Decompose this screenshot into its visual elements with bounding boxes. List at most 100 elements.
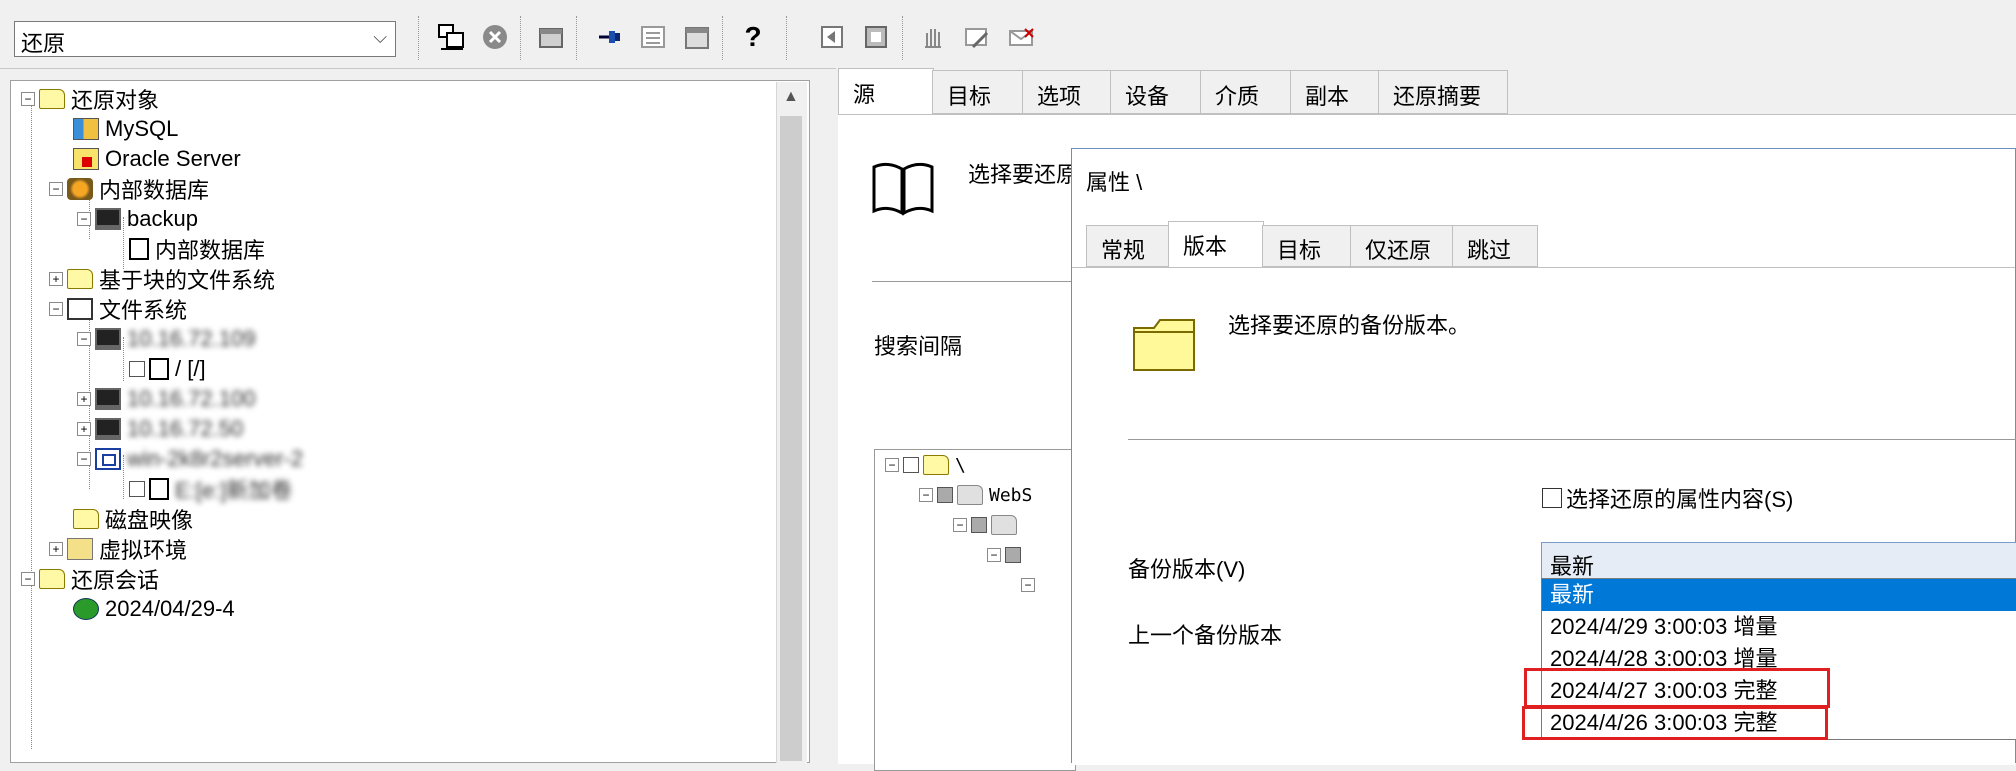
collapse-icon[interactable]: − — [885, 458, 899, 472]
checkbox[interactable] — [129, 361, 145, 377]
instruction-text: 选择要还原的备份版本。 — [1228, 313, 1471, 338]
vertical-scrollbar[interactable]: ▲ — [776, 82, 807, 763]
cancel-icon[interactable] — [480, 22, 510, 52]
collapse-icon[interactable]: − — [49, 302, 63, 316]
collapse-icon[interactable]: − — [77, 332, 91, 346]
book-icon — [870, 159, 936, 223]
folder-icon — [957, 485, 983, 505]
job-icon[interactable] — [536, 22, 566, 52]
tab-version[interactable]: 版本 — [1168, 221, 1264, 269]
version-option[interactable]: 2024/4/29 3:00:03 增量 — [1542, 611, 2016, 643]
checkbox-partial[interactable] — [971, 517, 987, 533]
computer-icon — [95, 208, 121, 230]
highlight-box — [1522, 706, 1828, 740]
tree-item-webs[interactable]: − WebS — [919, 480, 1032, 510]
restore-tree-box[interactable]: − \ − WebS − − − — [874, 449, 1076, 771]
tab-general[interactable]: 常规 — [1086, 225, 1170, 267]
toolbar-separator — [722, 16, 725, 60]
expand-icon[interactable]: + — [49, 542, 63, 556]
tree-label: backup — [127, 206, 198, 231]
tree-label: 10.16.72.109 — [127, 326, 256, 351]
mode-select[interactable]: 还原 ⌵ — [14, 21, 396, 57]
scrollbar-thumb[interactable] — [780, 116, 802, 761]
checkbox-label: 选择还原的属性内容(S) — [1566, 487, 1794, 512]
tab-label: 还原摘要 — [1393, 84, 1482, 109]
session-success-icon — [73, 598, 99, 620]
checkbox-partial[interactable] — [937, 487, 953, 503]
tree-item-session[interactable]: 2024/04/29-4 — [73, 591, 235, 627]
expand-icon[interactable]: + — [49, 272, 63, 286]
checkbox[interactable] — [1542, 488, 1562, 508]
virtual-env-icon — [67, 538, 93, 560]
version-option[interactable]: 最新 — [1542, 579, 2016, 611]
tab-label: 副本 — [1305, 84, 1350, 109]
tree-label: \ — [955, 454, 966, 476]
pin-icon[interactable] — [594, 22, 624, 52]
dialog-title-bar[interactable]: 属性 \ — [1072, 149, 2015, 209]
tab-restore-summary[interactable]: 还原摘要 — [1378, 70, 1508, 114]
help-icon[interactable]: ? — [738, 21, 768, 52]
tab-device[interactable]: 设备 — [1110, 70, 1202, 114]
version-label: 备份版本(V) — [1128, 557, 1246, 582]
oracle-icon — [73, 148, 99, 170]
mode-select-value: 还原 — [21, 31, 66, 56]
checkbox[interactable] — [903, 457, 919, 473]
properties-dialog: 属性 \ 常规 版本 目标 仅还原 跳过 选择要还原的备份版本。 选择还原的属性… — [1071, 148, 2016, 765]
tab-destination[interactable]: 目标 — [932, 70, 1024, 114]
scroll-up-icon[interactable]: ▲ — [783, 88, 799, 106]
expand-icon[interactable]: + — [77, 392, 91, 406]
tree-item-sub[interactable]: − — [987, 540, 1025, 570]
restore-source-icon[interactable] — [818, 22, 848, 52]
tree-item-sub[interactable]: − — [953, 510, 1023, 540]
restore-target-icon[interactable] — [862, 22, 892, 52]
collapse-icon[interactable]: − — [987, 548, 1001, 562]
search-interval-label: 搜索间隔 — [874, 334, 963, 359]
tab-restore-only[interactable]: 仅还原 — [1350, 225, 1454, 267]
edit-icon[interactable] — [962, 22, 992, 52]
collapse-icon[interactable]: − — [1021, 578, 1035, 592]
tab-options[interactable]: 选项 — [1022, 70, 1112, 114]
select-backup-icon[interactable] — [436, 22, 466, 52]
tree-label: / [/] — [175, 356, 206, 381]
document-icon — [129, 238, 149, 260]
computer-icon — [95, 388, 121, 410]
mysql-icon — [73, 118, 99, 140]
collapse-icon[interactable]: − — [953, 518, 967, 532]
folder-open-icon — [39, 89, 65, 109]
checkbox-partial[interactable] — [1005, 547, 1021, 563]
collapse-icon[interactable]: − — [77, 452, 91, 466]
tab-target[interactable]: 目标 — [1262, 225, 1352, 267]
collapse-icon[interactable]: − — [21, 92, 35, 106]
list-icon[interactable] — [638, 22, 668, 52]
checkbox[interactable] — [129, 481, 145, 497]
toolbar-separator — [418, 16, 421, 60]
tab-skip[interactable]: 跳过 — [1452, 225, 1538, 267]
tab-source[interactable]: 源 — [838, 68, 934, 116]
version-select[interactable]: 最新 — [1541, 542, 2016, 580]
tab-media[interactable]: 介质 — [1200, 70, 1292, 114]
toolbar-separator — [902, 16, 905, 60]
tree-line — [31, 99, 32, 749]
source-tree-pane[interactable]: − 还原对象 MySQL Oracle Server − 内部数据库 − bac… — [10, 80, 810, 763]
attributes-checkbox[interactable]: 选择还原的属性内容(S) — [1542, 482, 1793, 514]
tab-label: 源 — [853, 82, 876, 107]
tree-item-sub[interactable]: − — [1021, 570, 1039, 600]
collapse-icon[interactable]: − — [919, 488, 933, 502]
toolbar: 还原 ⌵ ? — [0, 0, 2016, 69]
collapse-icon[interactable]: − — [49, 182, 63, 196]
collapse-icon[interactable]: − — [77, 212, 91, 226]
calendar-icon[interactable] — [682, 22, 712, 52]
database-icon — [67, 178, 93, 200]
folder-icon — [991, 515, 1017, 535]
hand-icon[interactable] — [918, 22, 948, 52]
folder-open-icon — [39, 569, 65, 589]
collapse-icon[interactable]: − — [21, 572, 35, 586]
tree-item-root[interactable]: − \ — [885, 450, 966, 480]
expand-icon[interactable]: + — [77, 422, 91, 436]
folder-icon — [923, 455, 949, 475]
highlight-box — [1524, 668, 1830, 708]
divider — [1128, 439, 2016, 440]
tab-copy[interactable]: 副本 — [1290, 70, 1380, 114]
email-icon[interactable] — [1006, 22, 1036, 52]
previous-version-label: 上一个备份版本 — [1128, 623, 1283, 648]
